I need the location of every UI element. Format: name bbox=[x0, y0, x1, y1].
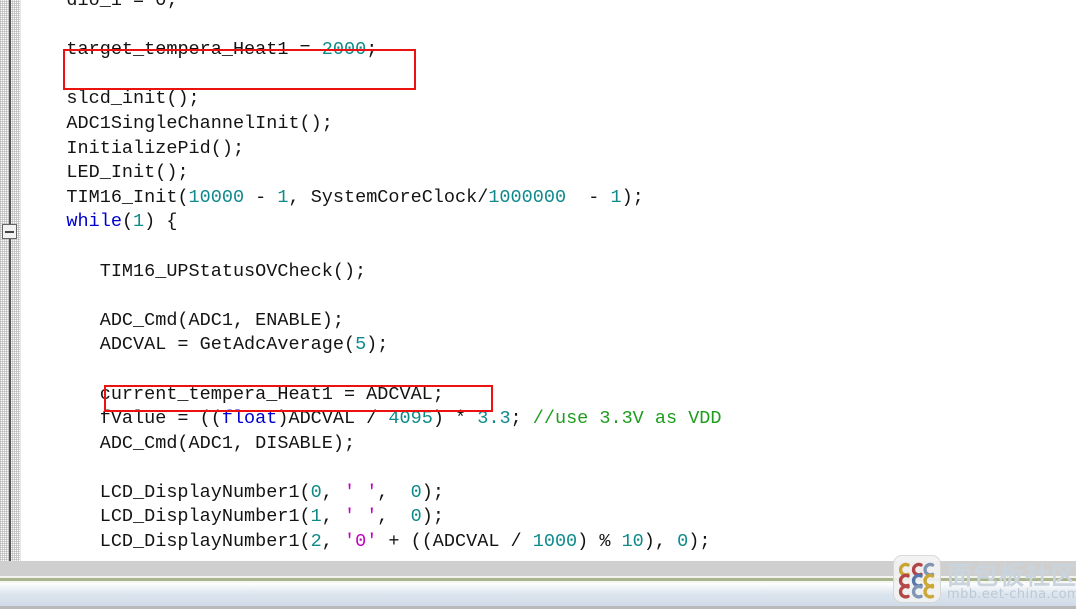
code-token: 1 bbox=[310, 506, 322, 528]
code-token: 3.3 bbox=[477, 408, 511, 430]
code-token: - bbox=[566, 186, 611, 208]
code-token: TIM16_UPStatusOVCheck(); bbox=[99, 260, 367, 282]
code-token: 0 bbox=[410, 481, 422, 503]
code-line[interactable]: LCD_DisplayNumber1(2, '0' + ((ADCVAL / 1… bbox=[22, 530, 1072, 555]
code-token: ' ' bbox=[343, 506, 378, 528]
code-token: while bbox=[66, 211, 122, 233]
code-text-surface[interactable]: dio_i = 0; target_tempera_Heat1 = 2000; … bbox=[22, 0, 1072, 555]
code-line[interactable]: LCD_DisplayNumber1(1, ' ', 0); bbox=[22, 505, 1072, 530]
code-token: ); bbox=[421, 481, 444, 503]
code-line[interactable]: current_tempera_Heat1 = ADCVAL; bbox=[22, 383, 1072, 408]
code-token: 2000 bbox=[321, 39, 367, 61]
code-token: , bbox=[321, 481, 344, 503]
code-token: , bbox=[377, 506, 411, 528]
code-token: 0 bbox=[310, 481, 322, 503]
code-token: ); bbox=[688, 531, 711, 553]
code-token: , SystemCoreClock/ bbox=[288, 186, 489, 208]
code-token: 1 bbox=[610, 186, 622, 208]
code-token: fValue = (( bbox=[99, 408, 222, 430]
code-token: 1000000 bbox=[488, 186, 567, 208]
code-editor[interactable]: dio_i = 0; target_tempera_Heat1 = 2000; … bbox=[0, 0, 1076, 561]
code-line[interactable]: slcd_init(); bbox=[22, 87, 1072, 112]
code-line[interactable]: ADC_Cmd(ADC1, DISABLE); bbox=[22, 432, 1072, 457]
code-token: LCD_DisplayNumber1( bbox=[99, 481, 311, 503]
code-line[interactable]: dio_i = 0; bbox=[22, 0, 1072, 14]
code-token: ) % bbox=[577, 531, 622, 553]
fold-guide-line bbox=[9, 0, 11, 561]
code-token: ADC1SingleChannelInit(); bbox=[66, 112, 333, 134]
code-line[interactable]: while(1) { bbox=[22, 210, 1072, 235]
watermark-site-url: mbb.eet-china.com bbox=[947, 587, 1076, 602]
code-line[interactable]: TIM16_UPStatusOVCheck(); bbox=[22, 260, 1072, 285]
watermark: 面包板社区 mbb.eet-china.com bbox=[893, 553, 1076, 605]
code-token: target_tempera_Heat1 = bbox=[66, 39, 322, 61]
code-token: ) { bbox=[144, 211, 178, 233]
code-token: + ((ADCVAL / bbox=[377, 531, 533, 553]
code-line[interactable] bbox=[22, 63, 1072, 88]
code-line[interactable]: ADC1SingleChannelInit(); bbox=[22, 112, 1072, 137]
code-token: 10 bbox=[621, 531, 644, 553]
code-token: float bbox=[221, 408, 278, 430]
code-line[interactable]: target_tempera_Heat1 = 2000; bbox=[22, 38, 1072, 63]
code-line[interactable]: LCD_DisplayNumber1(0, ' ', 0); bbox=[22, 481, 1072, 506]
code-token: '0' bbox=[343, 531, 378, 553]
code-token: , bbox=[377, 481, 411, 503]
code-token: current_tempera_Heat1 = ADCVAL; bbox=[99, 383, 444, 405]
code-token: //use 3.3V as VDD bbox=[532, 408, 722, 430]
code-token: InitializePid(); bbox=[66, 137, 245, 159]
code-token: )ADCVAL / bbox=[277, 408, 389, 430]
watermark-logo-icon bbox=[893, 555, 941, 603]
code-line[interactable]: ADC_Cmd(ADC1, ENABLE); bbox=[22, 309, 1072, 334]
code-token: LED_Init(); bbox=[66, 162, 189, 184]
code-token: ); bbox=[621, 186, 644, 208]
code-line[interactable] bbox=[22, 284, 1072, 309]
code-token: ; bbox=[510, 408, 533, 430]
code-token: dio_i = 0; bbox=[66, 0, 178, 11]
code-token: ; bbox=[366, 39, 378, 61]
code-line[interactable]: LED_Init(); bbox=[22, 161, 1072, 186]
code-line[interactable]: ADCVAL = GetAdcAverage(5); bbox=[22, 333, 1072, 358]
code-token: ADCVAL = GetAdcAverage( bbox=[99, 334, 356, 356]
code-token: ADC_Cmd(ADC1, ENABLE); bbox=[99, 309, 344, 331]
code-token: ), bbox=[643, 531, 678, 553]
code-line[interactable] bbox=[22, 358, 1072, 383]
code-token: TIM16_Init( bbox=[66, 186, 189, 208]
code-token: ); bbox=[421, 506, 444, 528]
code-token: ) * bbox=[432, 408, 478, 430]
collapse-minus-icon[interactable] bbox=[2, 224, 17, 239]
code-token: 10000 bbox=[188, 186, 245, 208]
code-token: , bbox=[321, 531, 344, 553]
code-token: 2 bbox=[310, 531, 322, 553]
code-line[interactable] bbox=[22, 14, 1072, 39]
code-line[interactable]: fValue = ((float)ADCVAL / 4095) * 3.3; /… bbox=[22, 407, 1072, 432]
code-token: ' ' bbox=[343, 481, 378, 503]
code-token: 0 bbox=[677, 531, 689, 553]
code-token: LCD_DisplayNumber1( bbox=[99, 531, 311, 553]
code-line[interactable]: TIM16_Init(10000 - 1, SystemCoreClock/10… bbox=[22, 186, 1072, 211]
gutter-edge-divider bbox=[20, 0, 21, 561]
code-line[interactable] bbox=[22, 235, 1072, 260]
code-line[interactable]: InitializePid(); bbox=[22, 137, 1072, 162]
code-token: LCD_DisplayNumber1( bbox=[99, 506, 311, 528]
code-token: ADC_Cmd(ADC1, DISABLE); bbox=[99, 432, 356, 454]
code-token: , bbox=[321, 506, 344, 528]
code-token: 1000 bbox=[532, 531, 578, 553]
fold-gutter[interactable] bbox=[0, 0, 20, 561]
code-token: 0 bbox=[410, 506, 422, 528]
code-token: 4095 bbox=[388, 408, 433, 430]
code-line[interactable] bbox=[22, 456, 1072, 481]
code-token: 5 bbox=[355, 334, 367, 356]
code-token: 1 bbox=[277, 186, 289, 208]
code-token: 1 bbox=[133, 211, 145, 233]
screenshot-root: dio_i = 0; target_tempera_Heat1 = 2000; … bbox=[0, 0, 1076, 609]
code-token: - bbox=[244, 186, 278, 208]
code-token: ( bbox=[121, 211, 134, 233]
code-token: slcd_init(); bbox=[66, 88, 200, 110]
code-token: ); bbox=[366, 334, 389, 356]
